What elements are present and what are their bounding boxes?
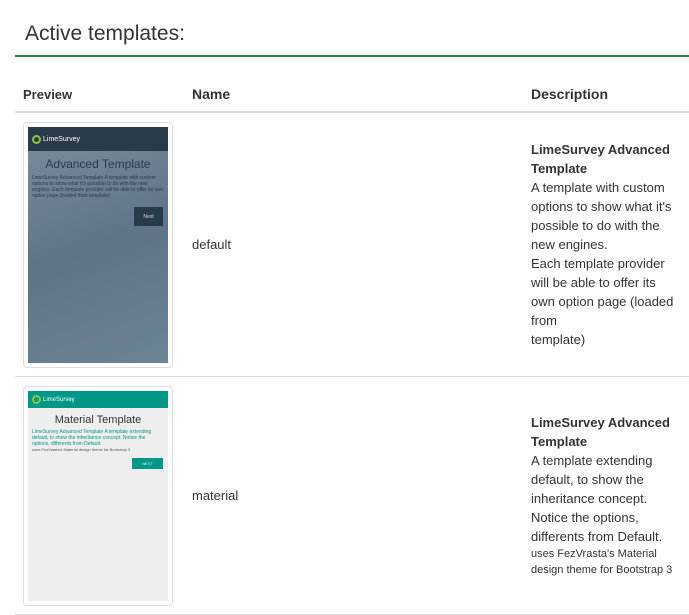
column-header-preview: Preview [15, 86, 184, 113]
description-title: LimeSurvey Advanced Template [531, 415, 670, 449]
description-line: A template with custom options to show w… [531, 180, 672, 252]
table-row: LimeSurvey Material Template LimeSurvey … [15, 376, 689, 615]
preview-logo-text: LimeSurvey [43, 135, 80, 143]
limesurvey-logo-icon [32, 395, 41, 404]
limesurvey-logo-icon [32, 134, 41, 144]
template-description: LimeSurvey Advanced Template A template … [523, 112, 689, 377]
template-preview-thumbnail[interactable]: LimeSurvey Advanced Template LimeSurvey … [23, 122, 173, 368]
template-name: material [184, 376, 523, 615]
template-name: default [184, 112, 523, 377]
active-templates-panel: Active templates: Preview Name Descripti… [15, 0, 689, 615]
description-line: A template extending default, to show th… [531, 453, 653, 525]
preview-next-button: NEXT [132, 458, 163, 469]
preview-small-text: uses FezVrasta's Material design theme f… [32, 447, 131, 452]
templates-table: Preview Name Description LimeSurvey Adva… [15, 86, 689, 615]
description-small: uses FezVrasta's Material design theme f… [531, 548, 673, 576]
description-line: Each template provider will be able to o… [531, 256, 674, 328]
description-line: differents from Default. [531, 529, 663, 544]
template-description: LimeSurvey Advanced Template A template … [523, 376, 689, 615]
preview-title: Material Template [54, 414, 142, 426]
description-line: template) [531, 332, 586, 347]
column-header-name: Name [184, 86, 523, 113]
preview-next-button: Next [134, 207, 163, 226]
preview-title: Advanced Template [45, 157, 151, 171]
column-header-description: Description [523, 86, 689, 113]
description-title: LimeSurvey Advanced Template [531, 142, 670, 176]
preview-logo-text: LimeSurvey [43, 396, 75, 403]
template-preview-thumbnail[interactable]: LimeSurvey Material Template LimeSurvey … [23, 386, 173, 606]
preview-text: LimeSurvey Advanced Template A template … [32, 429, 152, 447]
table-row: LimeSurvey Advanced Template LimeSurvey … [15, 112, 689, 377]
preview-text: LimeSurvey Advanced Template A template … [32, 175, 164, 199]
section-title: Active templates: [15, 0, 689, 57]
